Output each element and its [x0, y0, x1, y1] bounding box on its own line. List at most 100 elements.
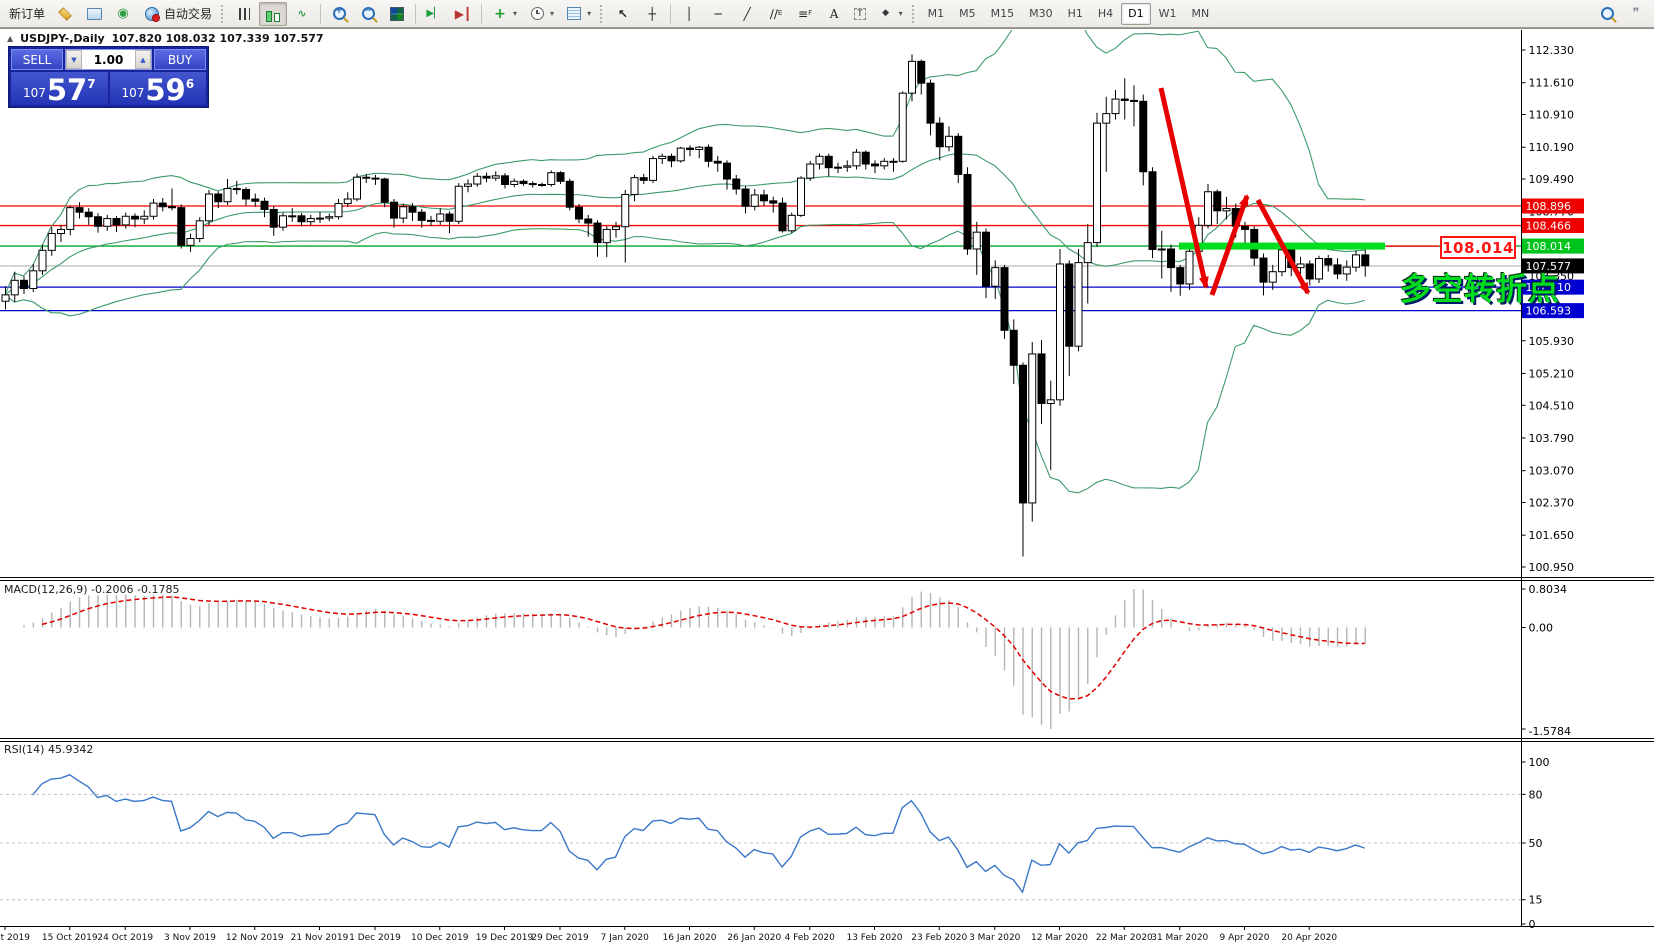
sell-button[interactable]: SELL: [11, 49, 63, 70]
toolbar-separator: [320, 4, 321, 24]
date-tick-label: 20 Apr 2020: [1281, 933, 1337, 943]
date-tick-label: 13 Feb 2020: [846, 933, 902, 943]
shapes-button[interactable]: ◆▾: [872, 2, 908, 26]
buy-price[interactable]: 107 59 6: [110, 72, 207, 105]
rsi-pane: 1008050150: [0, 756, 1550, 931]
zoom-in-button[interactable]: +: [325, 2, 353, 26]
volume-value[interactable]: 1.00: [82, 50, 135, 69]
cursor-icon: ↖: [614, 6, 632, 22]
gold-gem-icon: [56, 6, 74, 22]
chart-shift-button[interactable]: ▶┃: [449, 2, 477, 26]
chevron-down-icon: ▾: [899, 9, 903, 18]
date-tick-label: 9 Apr 2020: [1220, 933, 1270, 943]
timeframe-d1[interactable]: D1: [1121, 3, 1150, 25]
rsi-axis-label: 15: [1529, 894, 1543, 907]
templates-button[interactable]: ▾: [560, 2, 596, 26]
cursor-button[interactable]: ↖: [609, 2, 637, 26]
monitor-chart-icon: [85, 6, 103, 22]
chevron-down-icon: ▾: [587, 9, 591, 18]
price-badge-label: 108.014: [1526, 240, 1572, 253]
auto-scroll-icon: ▶▏: [425, 6, 443, 22]
macd-indicator-label: MACD(12,26,9) -0.2006 -0.1785: [4, 583, 179, 596]
timeframe-m1[interactable]: M1: [921, 3, 952, 25]
trendline-button[interactable]: ╱: [733, 2, 761, 26]
terminal-button[interactable]: [80, 2, 108, 26]
price-tick-label: 109.490: [1529, 173, 1575, 186]
price-tick-label: 104.510: [1529, 399, 1575, 412]
fibonacci-button[interactable]: ≡F: [791, 2, 819, 26]
crosshair-icon: ┼: [643, 6, 661, 22]
indicators-button[interactable]: +▾: [486, 2, 522, 26]
macd-axis-label: -1.5784: [1529, 725, 1571, 738]
buy-price-pip: 6: [186, 77, 194, 91]
text-icon: A: [825, 6, 843, 22]
new-order-button[interactable]: 新订单: [4, 2, 50, 26]
date-tick-label: 4 Feb 2020: [785, 933, 836, 943]
zoom-out-button[interactable]: −: [354, 2, 382, 26]
bar-chart-button[interactable]: [230, 2, 258, 26]
main-toolbar: 新订单 ◉ 自动交易 ∿ + − ▶▏ ▶┃ +▾ ▾ ▾ ↖ ┼ │ ─ ╱ …: [0, 0, 1654, 28]
search-icon: [1598, 6, 1616, 22]
buy-price-handle: 107: [121, 86, 144, 100]
line-chart-icon: ∿: [293, 6, 311, 22]
timeframe-w1[interactable]: W1: [1152, 3, 1184, 25]
price-tick-label: 105.210: [1529, 367, 1575, 380]
text-label-button[interactable]: T: [849, 2, 871, 26]
toolbar-separator: [415, 4, 416, 24]
metaeditor-button[interactable]: [51, 2, 79, 26]
one-click-trading-panel: SELL ▼ 1.00 ▲ BUY 107 57 7 107 59 6: [8, 46, 209, 108]
globe-icon: [143, 6, 161, 22]
crosshair-button[interactable]: ┼: [638, 2, 666, 26]
volume-decrease-button[interactable]: ▼: [66, 50, 82, 69]
sell-price[interactable]: 107 57 7: [11, 72, 108, 105]
search-button[interactable]: [1593, 2, 1621, 26]
chart-template-icon: [565, 6, 583, 22]
sell-price-pip: 7: [87, 77, 95, 91]
vertical-line-button[interactable]: │: [675, 2, 703, 26]
channel-button[interactable]: ∕∕E: [762, 2, 790, 26]
price-badge-label: 108.896: [1526, 200, 1572, 213]
timeframe-m30[interactable]: M30: [1022, 3, 1060, 25]
rsi-axis-label: 80: [1529, 788, 1543, 801]
date-tick-label: 16 Jan 2020: [663, 933, 717, 943]
date-tick-label: 7 Jan 2020: [601, 933, 649, 943]
horizontal-line-button[interactable]: ─: [704, 2, 732, 26]
timeframe-mn[interactable]: MN: [1185, 3, 1217, 25]
chat-icon: ❞: [1627, 6, 1645, 22]
volume-stepper: ▼ 1.00 ▲: [65, 49, 152, 70]
timeframe-h1[interactable]: H1: [1061, 3, 1090, 25]
collapse-panel-icon[interactable]: ▲: [7, 34, 13, 43]
candlestick-chart-icon: [264, 6, 282, 22]
rsi-indicator-label: RSI(14) 45.9342: [4, 743, 93, 756]
volume-increase-button[interactable]: ▲: [135, 50, 151, 69]
price-tick-label: 112.330: [1529, 44, 1575, 57]
timeframe-m5[interactable]: M5: [952, 3, 983, 25]
toolbar-separator: [670, 4, 671, 24]
line-chart-button[interactable]: ∿: [288, 2, 316, 26]
main-price-pane: [0, 0, 1521, 557]
periods-button[interactable]: ▾: [523, 2, 559, 26]
text-label-icon: T: [854, 8, 866, 20]
timeframe-h4[interactable]: H4: [1091, 3, 1120, 25]
bollinger-lower-band: [5, 223, 1365, 493]
buy-button[interactable]: BUY: [154, 49, 206, 70]
date-tick-label: 10 Dec 2019: [411, 933, 469, 943]
signals-button[interactable]: ◉: [109, 2, 137, 26]
auto-scroll-button[interactable]: ▶▏: [420, 2, 448, 26]
chevron-down-icon: ▾: [550, 9, 554, 18]
auto-trading-button[interactable]: 自动交易: [138, 2, 217, 26]
date-tick-label: 21 Nov 2019: [291, 933, 349, 943]
tile-windows-button[interactable]: [383, 2, 411, 26]
auto-trading-label: 自动交易: [164, 5, 212, 22]
chart-area[interactable]: 112.330111.610110.910110.190109.490108.7…: [0, 0, 1654, 946]
price-tick-label: 103.070: [1529, 465, 1575, 478]
candlestick-chart-button[interactable]: [259, 2, 287, 26]
sell-price-big: 57: [47, 78, 87, 103]
equidistant-channel-icon: ∕∕E: [767, 6, 785, 22]
chat-button[interactable]: ❞: [1622, 2, 1650, 26]
timeframe-m15[interactable]: M15: [984, 3, 1022, 25]
text-button[interactable]: A: [820, 2, 848, 26]
price-tick-label: 100.950: [1529, 561, 1575, 574]
price-tick-label: 102.370: [1529, 496, 1575, 509]
toolbar-grip: [912, 5, 917, 23]
